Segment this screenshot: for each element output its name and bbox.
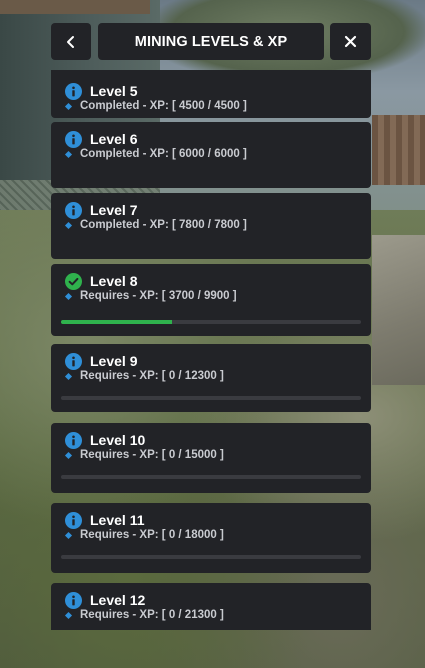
level-title: Level 11	[90, 512, 145, 528]
xp-status: Completed - XP: [ 6000 / 6000 ]	[80, 148, 247, 160]
xp-status: Completed - XP: [ 7800 / 7800 ]	[80, 219, 247, 231]
xp-status: Requires - XP: [ 0 / 18000 ]	[80, 529, 224, 541]
diamond-bullet-icon	[64, 150, 73, 159]
xp-progress-bar	[61, 555, 361, 559]
level-card: Level 9 Requires - XP: [ 0 / 12300 ]	[51, 344, 371, 412]
info-icon	[65, 353, 82, 370]
level-title: Level 8	[90, 273, 138, 289]
check-circle-icon	[65, 273, 82, 290]
level-title: Level 10	[90, 432, 146, 448]
close-button[interactable]	[330, 23, 371, 60]
diamond-bullet-icon	[64, 611, 73, 620]
level-title: Level 9	[90, 353, 138, 369]
diamond-bullet-icon	[64, 292, 73, 301]
level-title: Level 6	[90, 131, 138, 147]
house-roof	[0, 0, 150, 14]
level-title: Level 7	[90, 202, 138, 218]
xp-status: Requires - XP: [ 0 / 21300 ]	[80, 609, 224, 621]
xp-progress-bar	[61, 475, 361, 479]
level-card: Level 10 Requires - XP: [ 0 / 15000 ]	[51, 423, 371, 493]
info-icon	[65, 83, 82, 100]
level-title: Level 5	[90, 83, 138, 99]
diamond-bullet-icon	[64, 372, 73, 381]
level-card: Level 8 Requires - XP: [ 3700 / 9900 ]	[51, 264, 371, 336]
level-card: Level 12 Requires - XP: [ 0 / 21300 ]	[51, 583, 371, 630]
page-title: MINING LEVELS & XP	[98, 23, 324, 60]
level-card: Level 5 Completed - XP: [ 4500 / 4500 ]	[51, 70, 371, 118]
wooden-fence	[372, 115, 425, 185]
close-icon	[344, 35, 357, 48]
diamond-bullet-icon	[64, 102, 73, 111]
xp-status: Requires - XP: [ 0 / 15000 ]	[80, 449, 224, 461]
info-icon	[65, 202, 82, 219]
back-button[interactable]	[51, 23, 91, 60]
level-card: Level 11 Requires - XP: [ 0 / 18000 ]	[51, 503, 371, 573]
diamond-bullet-icon	[64, 451, 73, 460]
xp-progress-bar	[61, 320, 361, 324]
rock	[372, 235, 425, 385]
level-title: Level 12	[90, 592, 146, 608]
info-icon	[65, 432, 82, 449]
xp-progress-bar	[61, 396, 361, 400]
info-icon	[65, 512, 82, 529]
info-icon	[65, 592, 82, 609]
xp-status: Requires - XP: [ 0 / 12300 ]	[80, 370, 224, 382]
chevron-left-icon	[67, 35, 74, 48]
level-card: Level 7 Completed - XP: [ 7800 / 7800 ]	[51, 193, 371, 259]
info-icon	[65, 131, 82, 148]
xp-status: Requires - XP: [ 3700 / 9900 ]	[80, 290, 237, 302]
xp-progress-fill	[61, 320, 172, 324]
xp-status: Completed - XP: [ 4500 / 4500 ]	[80, 100, 247, 112]
level-list[interactable]: Level 5 Completed - XP: [ 4500 / 4500 ] Le…	[51, 70, 371, 630]
diamond-bullet-icon	[64, 531, 73, 540]
diamond-bullet-icon	[64, 221, 73, 230]
level-card: Level 6 Completed - XP: [ 6000 / 6000 ]	[51, 122, 371, 188]
